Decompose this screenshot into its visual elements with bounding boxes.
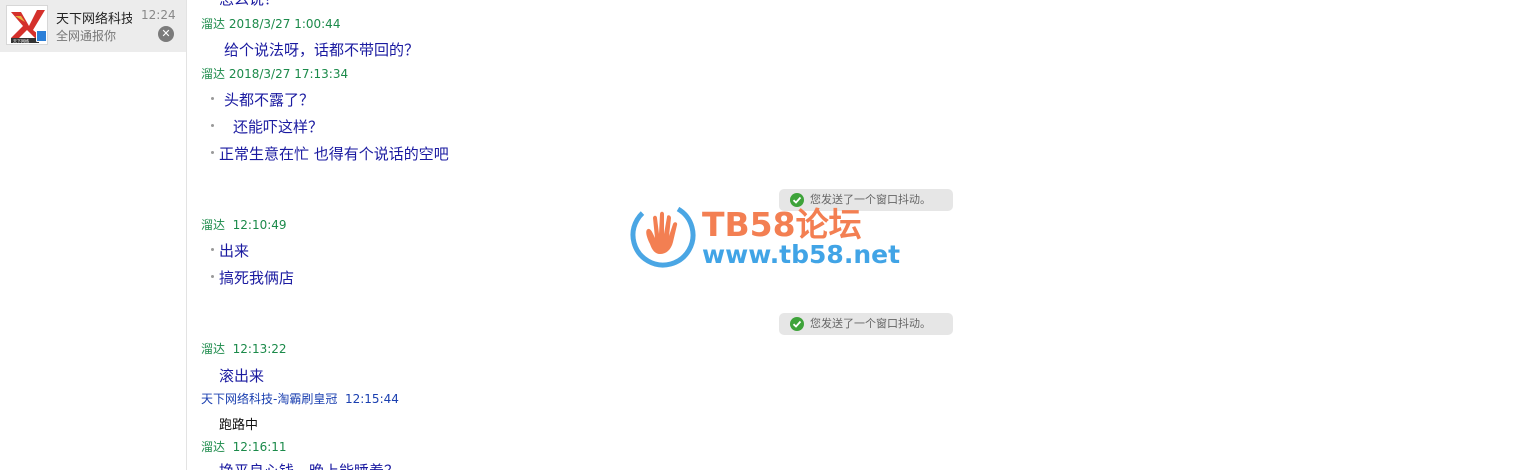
message-header: 溜达 12:16:11	[201, 438, 287, 455]
message-text: 给个说法呀，话都不带回的？	[224, 41, 420, 59]
sender-name: 溜达	[201, 17, 226, 31]
chat-window: 天下网络 天下网络科技 12:24 全网通报你 ✕ 怎么说？ 溜达 2018/3…	[0, 0, 1513, 470]
device-badge-icon	[36, 30, 47, 42]
message-header: 溜达 12:13:22	[201, 340, 287, 357]
message-text: 正常生意在忙 也得有个说话的空吧	[219, 145, 449, 163]
message-timestamp: 12:13:22	[232, 342, 287, 356]
bullet-dot	[211, 151, 214, 154]
conversation-item[interactable]: 天下网络 天下网络科技 12:24 全网通报你 ✕	[0, 0, 186, 52]
message-text: 搞死我俩店	[219, 269, 295, 287]
message-header: 溜达 2018/3/27 17:13:34	[201, 65, 348, 82]
sender-name: 溜达	[201, 342, 226, 356]
notice-text: 您发送了一个窗口抖动。	[810, 317, 931, 330]
sender-name: 溜达	[201, 440, 226, 454]
hand-logo-icon	[630, 202, 696, 268]
message-header: 溜达 2018/3/27 1:00:44	[201, 15, 340, 32]
watermark: TB58论坛 www.tb58.net	[628, 198, 901, 274]
bullet-dot	[211, 248, 214, 251]
conversation-list: 天下网络 天下网络科技 12:24 全网通报你 ✕	[0, 0, 187, 470]
watermark-url: www.tb58.net	[702, 240, 901, 269]
message-text: 头都不露了？	[224, 91, 315, 109]
message-timestamp: 12:16:11	[232, 440, 287, 454]
message-text: 怎么说？	[219, 0, 279, 9]
svg-text:天下网络: 天下网络	[13, 38, 29, 44]
bullet-dot	[211, 275, 214, 278]
message-header: 溜达 12:10:49	[201, 216, 287, 233]
message-text: 挣平良心钱，晚上能睡着？	[219, 460, 399, 470]
message-text: 还能吓这样？	[233, 118, 324, 136]
message-text: 滚出来	[219, 367, 265, 385]
message-timestamp: 2018/3/27 17:13:34	[228, 67, 349, 81]
close-icon[interactable]: ✕	[158, 26, 174, 42]
bullet-dot	[211, 124, 214, 127]
contact-time: 12:24	[141, 8, 176, 22]
message-header: 天下网络科技-淘霸刷皇冠 12:15:44	[201, 390, 399, 407]
sender-name: 溜达	[201, 67, 226, 81]
message-text: 跑路中	[219, 418, 259, 433]
message-timestamp: 12:15:44	[344, 392, 399, 406]
message-timestamp: 12:10:49	[232, 218, 287, 232]
message-text: 出来	[219, 242, 250, 260]
bullet-dot	[211, 97, 214, 100]
contact-preview: 全网通报你	[56, 29, 117, 43]
sender-name: 溜达	[201, 218, 226, 232]
system-notice: 您发送了一个窗口抖动。	[779, 313, 953, 335]
check-circle-icon	[790, 317, 804, 331]
watermark-title: TB58论坛	[702, 205, 862, 244]
message-timestamp: 2018/3/27 1:00:44	[228, 17, 341, 31]
sender-name: 天下网络科技-淘霸刷皇冠	[201, 392, 338, 406]
contact-name: 天下网络科技	[56, 12, 132, 27]
